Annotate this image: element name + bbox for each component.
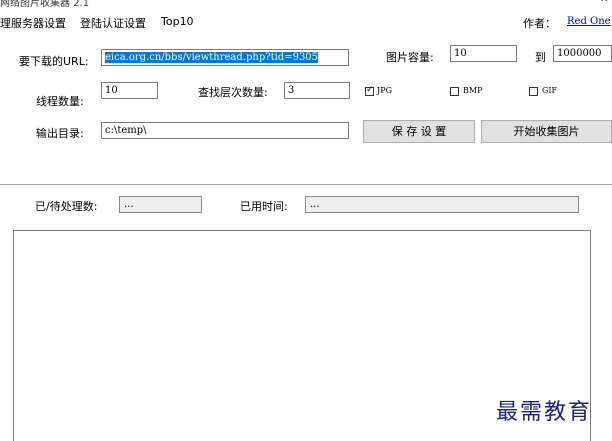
bmp-checkbox-label: BMP: [463, 86, 483, 95]
size-min-input[interactable]: 10: [450, 45, 517, 62]
url-input-selected-text: eica.org.cn/bbs/viewthread.php?tid=9305: [105, 52, 319, 63]
outdir-input[interactable]: c:\temp\: [101, 122, 349, 139]
size-max-input[interactable]: 1000000: [553, 45, 612, 62]
window-title: 网络图片收集器 2.1: [0, 0, 90, 8]
depth-input[interactable]: 3: [284, 82, 350, 99]
outdir-label: 输出目录:: [36, 127, 84, 140]
menu-bar: 理服务器设置 登陆认证设置 Top10 作者： Red One: [0, 12, 612, 32]
url-label: 要下载的URL:: [19, 55, 89, 68]
gif-checkbox[interactable]: [529, 87, 538, 96]
jpg-checkbox[interactable]: [365, 84, 374, 97]
close-button[interactable]: ✕: [600, 0, 608, 5]
processed-label: 已/待处理数:: [35, 200, 98, 213]
author-link[interactable]: Red One: [567, 16, 611, 27]
start-collect-button[interactable]: 开始收集图片: [481, 120, 612, 143]
save-settings-button[interactable]: 保 存 设 置: [363, 120, 475, 143]
menu-item-proxy-settings[interactable]: 理服务器设置: [0, 15, 66, 31]
title-bar: 网络图片收集器 2.1 — ✕: [0, 0, 612, 8]
elapsed-label: 已用时间:: [240, 200, 288, 213]
size-label: 图片容量:: [386, 51, 434, 64]
section-divider: [0, 184, 612, 185]
minimize-button[interactable]: —: [572, 0, 582, 5]
threads-input[interactable]: 10: [101, 82, 158, 99]
jpg-checkbox-label: JPG: [377, 86, 392, 95]
url-input[interactable]: eica.org.cn/bbs/viewthread.php?tid=9305: [101, 49, 349, 66]
bmp-checkbox[interactable]: [450, 87, 459, 96]
depth-label: 查找层次数量:: [198, 86, 268, 99]
watermark-text: 最需教育: [496, 400, 593, 425]
menu-item-login-settings[interactable]: 登陆认证设置: [80, 15, 146, 31]
gif-checkbox-label: GIF: [542, 86, 558, 95]
size-to-label: 到: [535, 51, 546, 64]
author-label: 作者：: [523, 17, 556, 30]
threads-label: 线程数量:: [36, 95, 84, 108]
menu-item-top10[interactable]: Top10: [161, 15, 194, 28]
elapsed-value: ...: [305, 196, 579, 213]
processed-value: ...: [119, 196, 202, 213]
